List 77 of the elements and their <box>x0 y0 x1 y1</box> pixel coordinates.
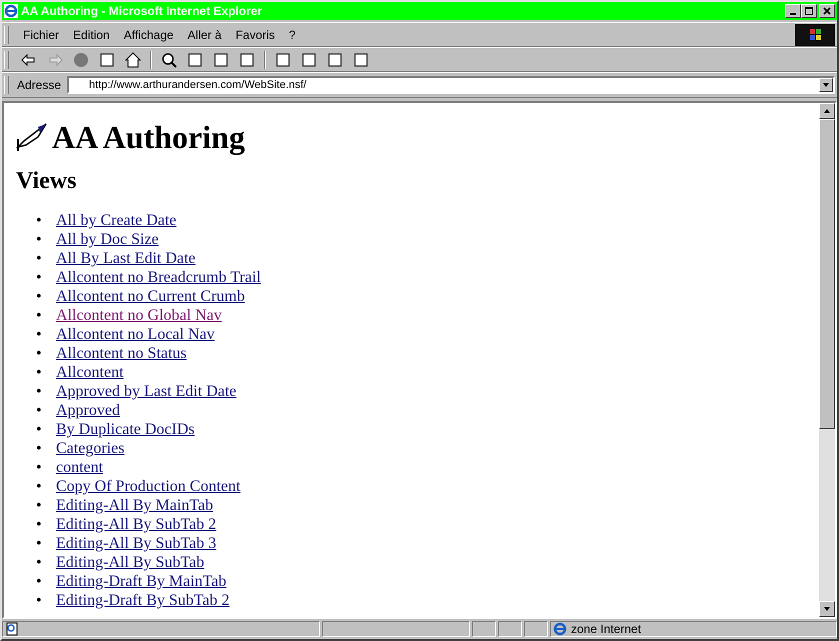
view-link[interactable]: All by Doc Size <box>56 231 159 248</box>
bullet: • <box>36 439 43 458</box>
menu-item[interactable]: ? <box>282 28 302 42</box>
bullet: • <box>36 268 43 287</box>
menu-item[interactable]: Fichier <box>17 28 66 42</box>
address-label: Adresse <box>17 78 62 92</box>
scroll-up-button[interactable] <box>819 103 835 119</box>
status-pane <box>472 621 496 637</box>
bullet: • <box>36 306 43 325</box>
globe-icon <box>553 622 567 636</box>
bullet: • <box>36 591 43 610</box>
caret-down-icon <box>823 605 831 613</box>
view-link[interactable]: Editing-Draft By MainTab <box>56 573 226 590</box>
search-icon[interactable] <box>160 50 178 68</box>
bullet: • <box>36 211 43 230</box>
window-title: AA Authoring - Microsoft Internet Explorer <box>21 4 264 18</box>
page-icon <box>5 622 19 636</box>
bullet: • <box>36 458 43 477</box>
bullet: • <box>36 572 43 591</box>
view-link[interactable]: All by Create Date <box>56 212 176 229</box>
page-title: AA Authoring <box>52 118 245 157</box>
view-link[interactable]: Allcontent no Global Nav <box>56 307 222 324</box>
caret-down-icon <box>822 81 830 89</box>
view-link[interactable]: Editing-All By SubTab 3 <box>56 535 216 552</box>
maximize-icon <box>804 6 814 16</box>
close-icon <box>822 6 832 16</box>
bullet: • <box>36 553 43 572</box>
bullet: • <box>36 363 43 382</box>
dropdown-button[interactable] <box>819 78 833 92</box>
menu-item[interactable]: Favoris <box>230 28 281 42</box>
view-link[interactable]: Allcontent no Current Crumb <box>56 288 245 305</box>
view-link[interactable]: Approved by Last Edit Date <box>56 383 236 400</box>
bullet: • <box>36 230 43 249</box>
scroll-thumb[interactable] <box>819 119 835 429</box>
status-pane <box>524 621 548 637</box>
scrollbar[interactable] <box>819 103 835 617</box>
view-link[interactable]: Editing-All By SubTab 2 <box>56 516 216 533</box>
bullet: • <box>36 344 43 363</box>
bullet: • <box>36 249 43 268</box>
view-link[interactable]: By Duplicate DocIDs <box>56 421 195 438</box>
view-link[interactable]: Allcontent <box>56 364 124 381</box>
bullet: • <box>36 496 43 515</box>
menu-item[interactable]: Aller à <box>182 28 228 42</box>
bullet: • <box>36 420 43 439</box>
address-field[interactable]: http://www.arthurandersen.com/WebSite.nsf/ <box>67 76 835 94</box>
minimize-button[interactable] <box>785 4 801 18</box>
view-link[interactable]: Editing-All By MainTab <box>56 497 214 514</box>
view-link[interactable]: Categories <box>56 440 124 457</box>
menu-item[interactable]: Affichage <box>118 28 180 42</box>
view-link[interactable]: Editing-All By SubTab <box>56 554 204 571</box>
bullet: • <box>36 515 43 534</box>
view-link[interactable]: Allcontent no Local Nav <box>56 326 215 343</box>
view-link[interactable]: Allcontent no Breadcrumb Trail <box>56 269 261 286</box>
view-link[interactable]: content <box>56 459 104 476</box>
status-pane <box>498 621 522 637</box>
view-link[interactable]: Allcontent no Status <box>56 345 187 362</box>
home-icon[interactable] <box>124 50 142 68</box>
zone-label: zone Internet <box>571 622 642 636</box>
view-link[interactable]: Copy Of Production Content <box>56 478 240 495</box>
bullet: • <box>36 325 43 344</box>
close-button[interactable] <box>819 4 835 18</box>
bullet: • <box>36 534 43 553</box>
bullet: • <box>36 401 43 420</box>
minimize-icon <box>790 13 796 15</box>
section-heading: Views <box>16 167 78 195</box>
view-link[interactable]: All By Last Edit Date <box>56 250 196 267</box>
caret-up-icon <box>823 107 831 115</box>
menu-item[interactable]: Edition <box>67 28 116 42</box>
bullet: • <box>36 382 43 401</box>
maximize-button[interactable] <box>801 4 817 18</box>
bullet: • <box>36 477 43 496</box>
windows-logo-icon <box>795 24 835 46</box>
view-link[interactable]: Editing-Draft By SubTab 2 <box>56 592 230 609</box>
view-link[interactable]: Approved <box>56 402 120 419</box>
scroll-down-button[interactable] <box>819 601 835 617</box>
bullet: • <box>36 287 43 306</box>
browser-icon <box>4 4 18 18</box>
